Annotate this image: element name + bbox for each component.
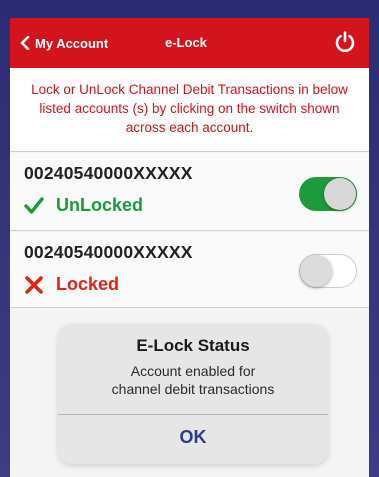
chevron-left-icon: [20, 36, 30, 50]
status-text: Locked: [56, 274, 120, 294]
power-icon[interactable]: [333, 30, 357, 54]
cross-icon: [25, 275, 43, 294]
header-bar: My Account e-Lock: [10, 18, 369, 68]
toggle-knob: [324, 178, 356, 210]
account-number: 00240540000XXXXX: [24, 163, 193, 183]
app-screen: My Account e-Lock Lock or UnLock Channel…: [10, 18, 369, 477]
dialog-message-line: channel debit transactions: [111, 381, 275, 397]
dialog-message-line: Account enabled for: [130, 363, 256, 379]
checkmark-icon: [24, 196, 44, 214]
lock-toggle[interactable]: [299, 254, 357, 288]
back-label: My Account: [35, 35, 109, 51]
account-number: 00240540000XXXXX: [24, 242, 193, 262]
back-button[interactable]: My Account: [20, 33, 108, 53]
dialog-message: Account enabled for channel debit transa…: [58, 362, 328, 398]
dialog-title: E-Lock Status: [136, 336, 250, 355]
account-row: 00240540000XXXXX Locked: [10, 232, 369, 308]
toggle-knob: [300, 255, 332, 287]
instruction-text: Lock or UnLock Channel Debit Transaction…: [10, 68, 369, 152]
page-title: e-Lock: [165, 35, 207, 50]
status-label: UnLocked: [24, 195, 143, 216]
ok-button[interactable]: OK: [58, 415, 328, 464]
lock-toggle[interactable]: [299, 177, 357, 211]
status-dialog: E-Lock Status Account enabled for channe…: [58, 324, 328, 464]
background-right: [369, 0, 379, 477]
background-top: [0, 0, 379, 18]
account-row: 00240540000XXXXX UnLocked: [10, 153, 369, 231]
status-text: UnLocked: [56, 195, 144, 215]
background-left: [0, 0, 10, 477]
status-label: Locked: [24, 274, 119, 295]
